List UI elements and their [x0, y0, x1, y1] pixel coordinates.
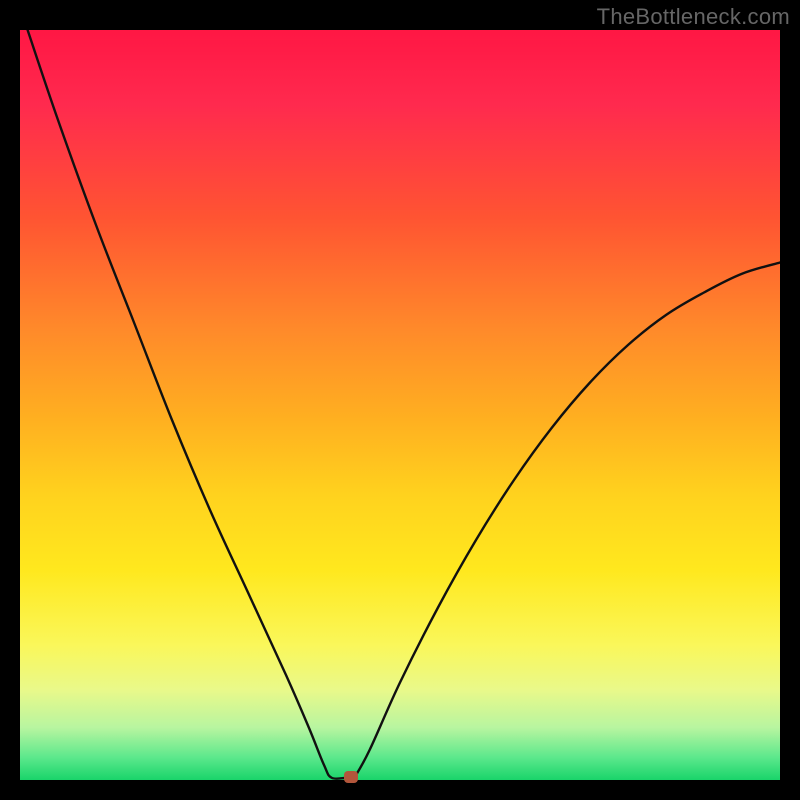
- curve-right-branch: [354, 263, 780, 778]
- watermark-text: TheBottleneck.com: [597, 4, 790, 30]
- chart-curve-layer: [20, 30, 780, 780]
- curve-left-branch: [28, 30, 347, 779]
- plot-area: [20, 30, 780, 780]
- chart-root: TheBottleneck.com: [0, 0, 800, 800]
- minimum-marker: [344, 771, 358, 783]
